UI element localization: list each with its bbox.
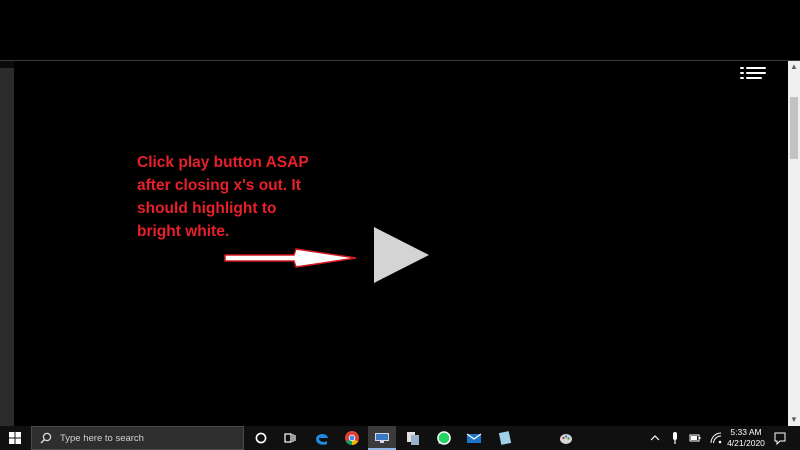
- clock-date: 4/21/2020: [727, 438, 765, 448]
- browser-top-area: [0, 0, 800, 60]
- notification-icon[interactable]: [773, 426, 787, 450]
- start-button[interactable]: [0, 426, 30, 450]
- chrome-icon[interactable]: [344, 430, 360, 446]
- paint-icon[interactable]: [558, 430, 574, 446]
- wifi-icon[interactable]: [710, 426, 722, 450]
- microphone-icon[interactable]: [670, 426, 680, 450]
- whatsapp-icon[interactable]: [436, 430, 452, 446]
- instruction-annotation: Click play button ASAP after closing x's…: [137, 154, 309, 240]
- arrow-right-icon: [224, 248, 357, 268]
- scrollbar-thumb[interactable]: [790, 97, 798, 159]
- scroll-down-arrow-icon[interactable]: ▼: [788, 414, 800, 426]
- left-panel-edge: [0, 68, 14, 426]
- remote-desktop-icon[interactable]: [374, 430, 390, 446]
- clock-time: 5:33 AM: [730, 427, 762, 437]
- file-copy-icon[interactable]: [405, 430, 421, 446]
- vertical-scrollbar[interactable]: ▲ ▼: [788, 61, 800, 426]
- list-menu-icon[interactable]: [738, 66, 768, 80]
- taskbar-clock[interactable]: 5:33 AM 4/21/2020: [724, 427, 768, 449]
- search-placeholder: Type here to search: [60, 432, 144, 444]
- tablet-app-icon[interactable]: [497, 430, 513, 446]
- mail-icon[interactable]: [466, 430, 482, 446]
- windows-logo-icon: [9, 432, 21, 444]
- chevron-up-icon[interactable]: [650, 426, 660, 450]
- scroll-up-arrow-icon[interactable]: ▲: [788, 61, 800, 73]
- cortana-icon[interactable]: [253, 430, 269, 446]
- search-icon: [40, 432, 52, 444]
- taskbar: Type here to search 5:33 AM 4/21/2020: [0, 426, 800, 450]
- task-view-icon[interactable]: [282, 430, 298, 446]
- play-icon[interactable]: [372, 226, 430, 284]
- taskbar-search-box[interactable]: Type here to search: [31, 426, 244, 450]
- edge-icon[interactable]: [314, 430, 330, 446]
- battery-icon[interactable]: [689, 426, 701, 450]
